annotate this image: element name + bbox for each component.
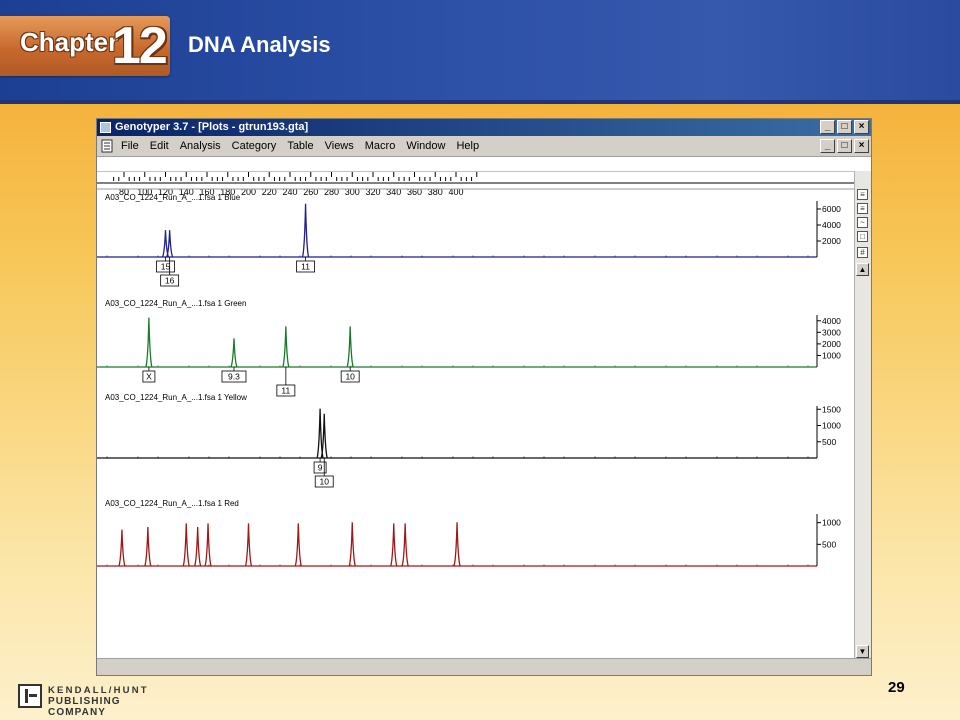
- menu-window[interactable]: Window: [406, 140, 445, 152]
- y-tick-label: 500: [822, 539, 836, 549]
- publisher-name: KENDALL/HUNT: [48, 685, 149, 696]
- window-titlebar[interactable]: Genotyper 3.7 - [Plots - gtrun193.gta] _…: [97, 119, 871, 136]
- scroll-down-arrow-icon[interactable]: ▼: [856, 645, 869, 658]
- doc-minimize-button[interactable]: _: [820, 139, 835, 153]
- minimize-button[interactable]: _: [820, 120, 835, 134]
- menu-macro[interactable]: Macro: [365, 140, 396, 152]
- peak: [401, 523, 409, 567]
- menu-help[interactable]: Help: [456, 140, 479, 152]
- window-title: Genotyper 3.7 - [Plots - gtrun193.gta]: [115, 121, 309, 133]
- view-grid-icon[interactable]: #: [857, 247, 868, 258]
- peak: [346, 326, 354, 368]
- allele-label: 9: [318, 463, 323, 473]
- peak: [166, 230, 174, 258]
- electropherogram-plot: 80 100 120 140 160 180 200 220 240 260 280 300 320 34…: [97, 172, 857, 567]
- y-tick-label: 3000: [822, 327, 841, 337]
- menu-file[interactable]: File: [121, 140, 139, 152]
- peak: [118, 529, 126, 567]
- peak: [320, 413, 328, 459]
- peak: [194, 526, 202, 567]
- y-tick-label: 6000: [822, 204, 841, 214]
- view-wave-icon[interactable]: ~: [857, 217, 868, 228]
- genotyper-window: Genotyper 3.7 - [Plots - gtrun193.gta] _…: [96, 118, 872, 676]
- peak: [182, 523, 190, 567]
- allele-label: 15: [161, 262, 171, 272]
- menubar: File Edit Analysis Category Table Views …: [97, 136, 871, 157]
- peak: [144, 526, 152, 567]
- slide-header: Chapter 12 DNA Analysis: [0, 0, 960, 104]
- scroll-up-arrow-icon[interactable]: ▲: [856, 263, 869, 276]
- peak: [230, 338, 238, 368]
- kendall-hunt-logo-icon: [18, 684, 42, 708]
- y-tick-label: 4000: [822, 220, 841, 230]
- chapter-word: Chapter: [20, 27, 119, 57]
- y-tick-label: 1000: [822, 518, 841, 528]
- doc-maximize-button[interactable]: □: [837, 139, 852, 153]
- window-controls: _ □ ×: [820, 120, 869, 134]
- view-lines-icon[interactable]: ≡: [857, 189, 868, 200]
- peak: [390, 523, 398, 567]
- peak: [453, 522, 461, 567]
- menu-category[interactable]: Category: [232, 140, 277, 152]
- horizontal-scrollbar[interactable]: [97, 658, 871, 675]
- allele-label: 11: [301, 262, 310, 272]
- allele-label: 10: [345, 372, 355, 382]
- vertical-scrollbar[interactable]: ≡ ≡ ~ □ # ▲ ▼: [854, 171, 871, 661]
- document-icon[interactable]: [100, 139, 114, 153]
- publisher-logo: KENDALL/HUNT PUBLISHING COMPANY: [18, 684, 178, 718]
- peak: [282, 326, 290, 368]
- menu-table[interactable]: Table: [287, 140, 313, 152]
- menu-analysis[interactable]: Analysis: [180, 140, 221, 152]
- peak: [348, 522, 356, 567]
- allele-label: 9.3: [228, 372, 240, 382]
- peak: [244, 523, 253, 567]
- publisher-company: PUBLISHING COMPANY: [48, 696, 121, 718]
- peak: [204, 523, 212, 567]
- close-button[interactable]: ×: [854, 120, 869, 134]
- panel-label: A03_CO_1224_Run_A_...1.fsa 1 Yellow: [105, 393, 247, 402]
- chapter-badge: Chapter 12: [0, 16, 170, 76]
- page-title: DNA Analysis: [188, 32, 331, 57]
- peak: [301, 203, 310, 258]
- y-tick-label: 1000: [822, 421, 841, 431]
- menu-edit[interactable]: Edit: [150, 140, 169, 152]
- page-number: 29: [888, 679, 905, 696]
- chapter-number: 12: [112, 17, 168, 75]
- view-stack-icon[interactable]: ≡: [857, 203, 868, 214]
- y-tick-label: 2000: [822, 339, 841, 349]
- allele-label: 11: [281, 386, 290, 396]
- peak: [145, 317, 153, 368]
- y-tick-label: 500: [822, 437, 836, 447]
- app-icon: [100, 122, 111, 133]
- panel-label: A03_CO_1224_Run_A_...1.fsa 1 Red: [105, 499, 239, 508]
- y-tick-label: 1500: [822, 404, 841, 414]
- maximize-button[interactable]: □: [837, 120, 852, 134]
- allele-label: 10: [320, 477, 330, 487]
- y-tick-label: 1000: [822, 350, 841, 360]
- menu-views[interactable]: Views: [325, 140, 354, 152]
- panel-label: A03_CO_1224_Run_A_...1.fsa 1 Blue: [105, 193, 241, 202]
- allele-label: X: [146, 372, 152, 382]
- toolbar-strip: [97, 157, 871, 172]
- peak: [294, 523, 302, 567]
- allele-label: 16: [165, 276, 175, 286]
- doc-close-button[interactable]: ×: [854, 139, 869, 153]
- y-tick-label: 2000: [822, 236, 841, 246]
- view-box-icon[interactable]: □: [857, 231, 868, 242]
- panel-label: A03_CO_1224_Run_A_...1.fsa 1 Green: [105, 299, 246, 308]
- document-controls: _ □ ×: [820, 139, 869, 153]
- y-tick-label: 4000: [822, 316, 841, 326]
